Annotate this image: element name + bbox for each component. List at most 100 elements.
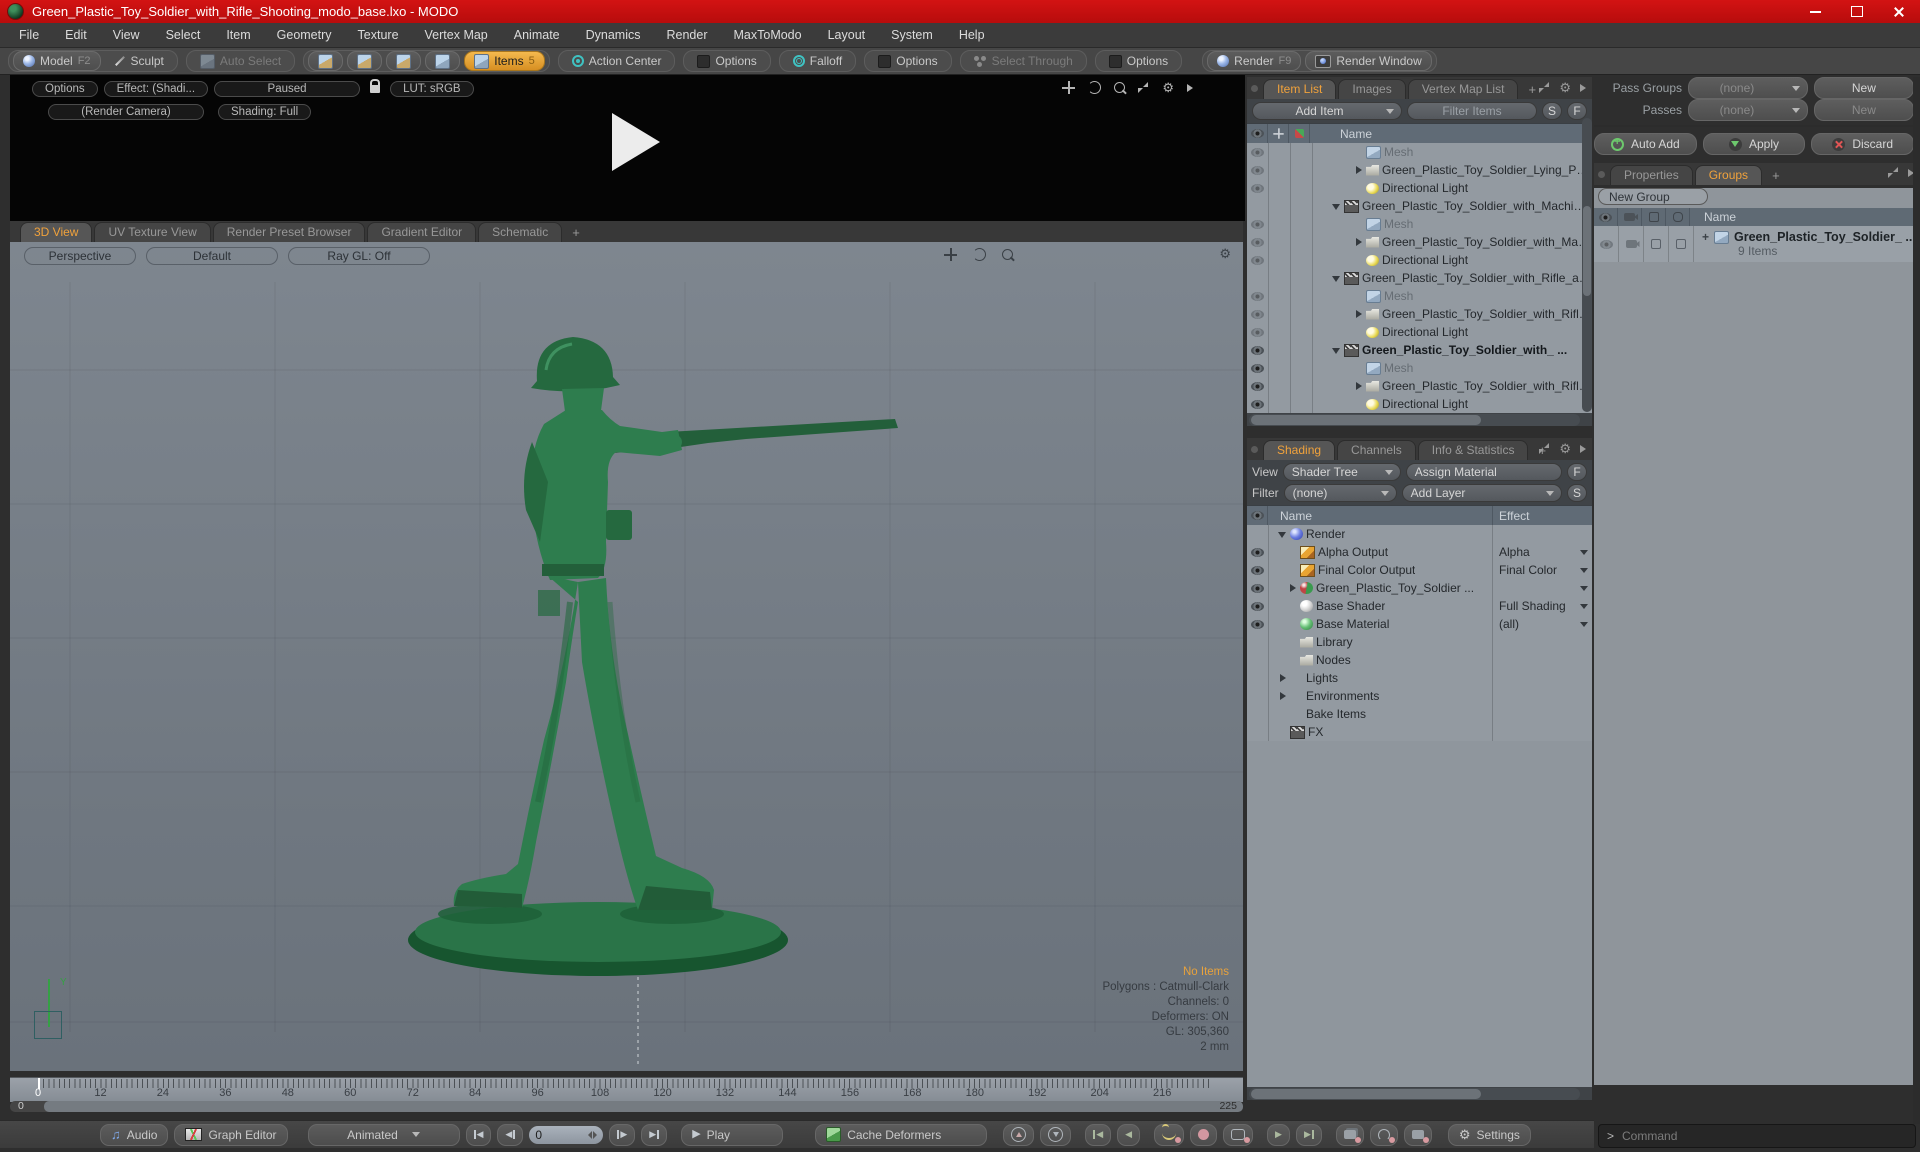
render-button[interactable]: Render F9	[1207, 51, 1301, 71]
action-center-button[interactable]: Action Center	[563, 52, 671, 70]
shader-row[interactable]: Alpha Output Alpha	[1247, 543, 1592, 561]
shader-row[interactable]: Bake Items	[1247, 705, 1592, 723]
expand-arrow-icon[interactable]	[1354, 310, 1363, 319]
scope-s-button[interactable]: S	[1542, 102, 1562, 120]
options-checkbox-icon[interactable]	[878, 55, 891, 68]
viewport-3d[interactable]: Perspective Default Ray GL: Off ⚙ No Ite…	[10, 242, 1243, 1071]
preview-paused-button[interactable]: Paused	[214, 81, 360, 97]
assign-material-button[interactable]: Assign Material	[1406, 463, 1562, 481]
auto-add-button[interactable]: Auto Add	[1594, 133, 1697, 155]
add-layer-dropdown[interactable]: Add Layer	[1402, 484, 1562, 502]
expand-arrow-icon[interactable]	[1332, 202, 1341, 211]
shader-row[interactable]: Nodes	[1247, 651, 1592, 669]
visibility-toggle[interactable]	[1251, 382, 1264, 391]
item-row[interactable]: Directional Light	[1247, 179, 1592, 197]
rotate-icon[interactable]	[973, 248, 986, 261]
menu-item[interactable]: System	[878, 28, 946, 42]
sculpt-mode-button[interactable]: Sculpt	[105, 52, 173, 70]
next-keyframe-button[interactable]: ▶	[1296, 1124, 1322, 1146]
shading-tab[interactable]: Shading	[1263, 440, 1335, 460]
minimize-button[interactable]	[1794, 0, 1836, 23]
play-button[interactable]: ▶ Play	[681, 1124, 783, 1146]
current-frame-field[interactable]: 0	[529, 1126, 603, 1144]
viewport-tab[interactable]: Render Preset Browser	[213, 222, 366, 242]
effect-dropdown-icon[interactable]	[1580, 550, 1588, 555]
items-mode-button[interactable]: Items 5	[464, 51, 544, 71]
visibility-toggle[interactable]	[1251, 346, 1264, 355]
expand-arrow-icon[interactable]	[1278, 692, 1287, 701]
menu-item[interactable]: Help	[946, 28, 998, 42]
checkbox-icon[interactable]	[1651, 239, 1661, 249]
menu-item[interactable]: Layout	[815, 28, 879, 42]
expand-icon[interactable]	[1888, 167, 1899, 178]
expand-plus-icon[interactable]: +	[1702, 230, 1709, 244]
expand-arrow-icon[interactable]	[1354, 166, 1363, 175]
projection-button[interactable]: Perspective	[24, 247, 136, 265]
expand-arrow-icon[interactable]	[1332, 346, 1341, 355]
shading-tab[interactable]: Info & Statistics	[1418, 440, 1529, 460]
auto-select-button[interactable]: Auto Select	[191, 52, 290, 70]
shader-row[interactable]: Final Color Output Final Color	[1247, 561, 1592, 579]
filter-dropdown[interactable]: (none)	[1284, 484, 1397, 502]
item-row[interactable]: Directional Light	[1247, 251, 1592, 269]
action-center-options-button[interactable]: Options	[688, 52, 765, 70]
group-row[interactable]: + Green_Plastic_Toy_Soldier_ ... 9 Items	[1594, 226, 1920, 262]
expand-arrow-icon[interactable]	[1278, 674, 1287, 683]
menu-item[interactable]: MaxToModo	[721, 28, 815, 42]
falloff-options-button[interactable]: Options	[869, 52, 946, 70]
filter-f-button[interactable]: F	[1567, 463, 1587, 481]
vertices-mode-button[interactable]	[308, 51, 343, 71]
next-key-button[interactable]: ▶	[1267, 1124, 1290, 1146]
scrub-down-button[interactable]	[1040, 1124, 1071, 1146]
visibility-toggle[interactable]	[1251, 584, 1264, 593]
item-row[interactable]: Green_Plastic_Toy_Soldier_Lying_Pro ...	[1247, 161, 1592, 179]
menu-item[interactable]: File	[6, 28, 52, 42]
viewport-tab[interactable]: 3D View	[20, 222, 92, 242]
panel-menu-icon[interactable]	[1251, 85, 1258, 92]
item-list-tab[interactable]: Item List	[1263, 79, 1336, 99]
filter-items-input[interactable]: Filter Items	[1407, 102, 1537, 120]
expand-arrow-icon[interactable]	[1354, 382, 1363, 391]
filter-f-button[interactable]: F	[1567, 102, 1587, 120]
prev-keyframe-button[interactable]: ◀	[1085, 1124, 1111, 1146]
visibility-toggle[interactable]	[1251, 292, 1264, 301]
menu-item[interactable]: Render	[654, 28, 721, 42]
select-through-options-button[interactable]: Options	[1100, 52, 1177, 70]
item-row[interactable]: Directional Light	[1247, 323, 1592, 341]
preview-options-button[interactable]: Options	[32, 81, 98, 97]
item-list-tab[interactable]: Vertex Map List	[1408, 79, 1519, 99]
materials-mode-button[interactable]	[425, 51, 460, 71]
visibility-toggle[interactable]	[1251, 148, 1264, 157]
add-item-dropdown[interactable]: Add Item	[1252, 102, 1402, 120]
item-row[interactable]: Green_Plastic_Toy_Soldier_with_Machin ..…	[1247, 197, 1592, 215]
shader-row[interactable]: Base Shader Full Shading	[1247, 597, 1592, 615]
model-mode-button[interactable]: Model F2	[13, 51, 101, 71]
shader-row[interactable]: Render	[1247, 525, 1592, 543]
add-tab-button[interactable]: +	[1764, 168, 1788, 185]
visibility-toggle[interactable]	[1251, 166, 1264, 175]
falloff-button[interactable]: Falloff	[784, 52, 851, 70]
viewport-preset-button[interactable]: Default	[146, 247, 278, 265]
item-row[interactable]: Mesh	[1247, 359, 1592, 377]
view-dropdown[interactable]: Shader Tree	[1283, 463, 1401, 481]
settings-button[interactable]: ⚙ Settings	[1448, 1124, 1531, 1146]
effect-dropdown-icon[interactable]	[1580, 568, 1588, 573]
visibility-toggle[interactable]	[1251, 328, 1264, 337]
expand-icon[interactable]	[1539, 443, 1550, 454]
item-row[interactable]: Green_Plastic_Toy_Soldier_with_ ...	[1247, 341, 1592, 359]
new-pass-group-button[interactable]: New	[1814, 77, 1914, 99]
raygl-button[interactable]: Ray GL: Off	[288, 247, 430, 265]
item-row[interactable]: Green_Plastic_Toy_Soldier_with_Mach...	[1247, 233, 1592, 251]
new-pass-button[interactable]: New	[1814, 99, 1914, 121]
polygons-mode-button[interactable]	[386, 51, 421, 71]
options-checkbox-icon[interactable]	[697, 55, 710, 68]
command-bar[interactable]: > Command	[1598, 1124, 1916, 1148]
expand-arrow-icon[interactable]	[1278, 530, 1287, 539]
menu-item[interactable]: Dynamics	[573, 28, 654, 42]
menu-item[interactable]: Edit	[52, 28, 100, 42]
item-row[interactable]: Green_Plastic_Toy_Soldier_with_Rifle ...	[1247, 377, 1592, 395]
visibility-toggle[interactable]	[1251, 400, 1264, 409]
visibility-toggle[interactable]	[1251, 220, 1264, 229]
prev-key-button[interactable]: ◀	[1117, 1124, 1140, 1146]
apply-button[interactable]: Apply	[1703, 133, 1806, 155]
